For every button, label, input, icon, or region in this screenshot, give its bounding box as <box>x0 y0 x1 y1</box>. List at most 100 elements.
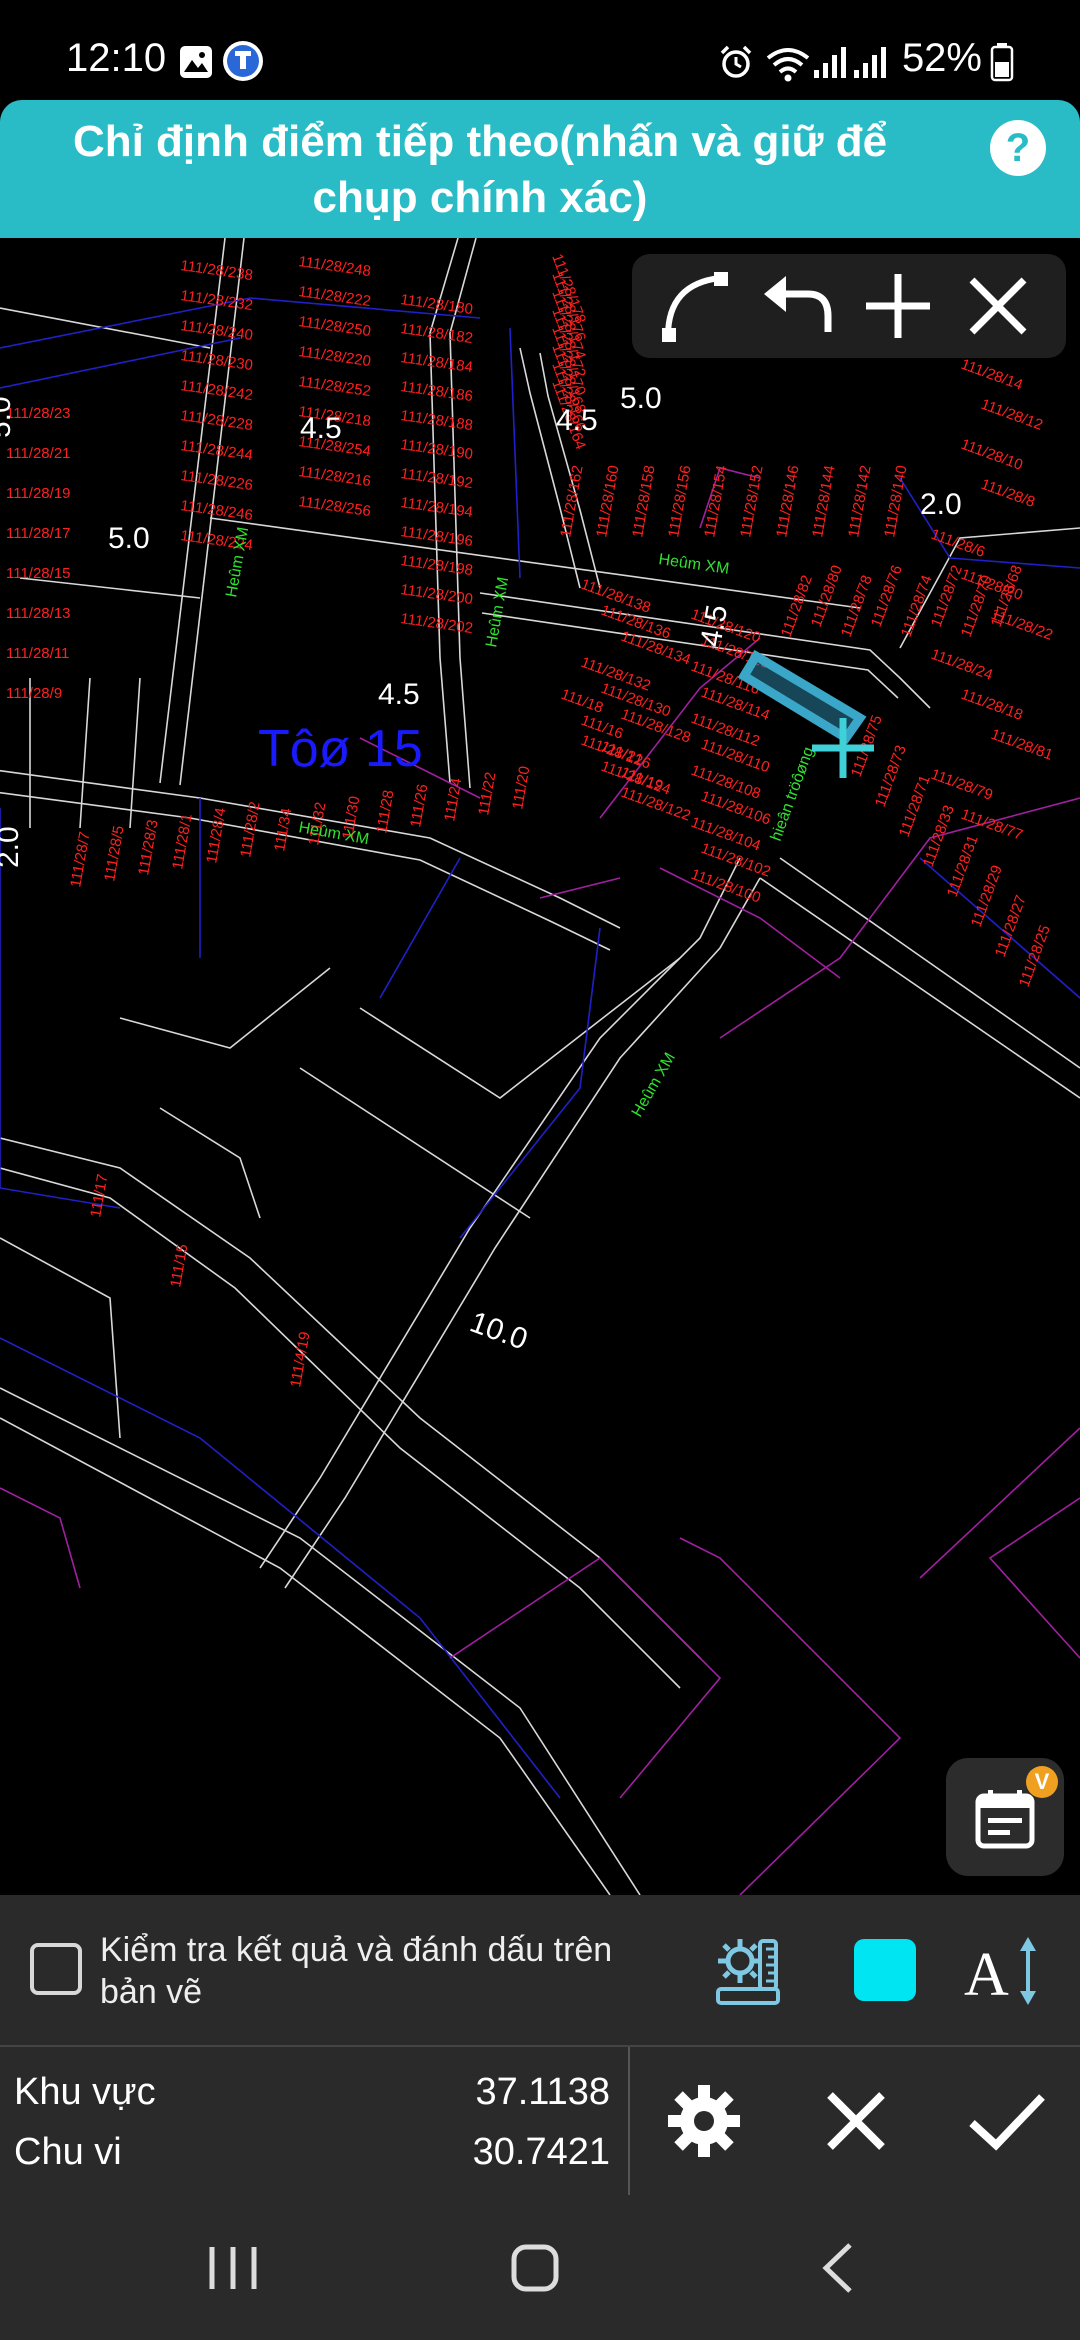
parcel-label: 111/28/190 <box>399 436 474 463</box>
confirm-check-icon[interactable] <box>964 2079 1048 2163</box>
parcel-label: 111/22 <box>475 771 499 817</box>
parcel-label: 111/28/13 <box>6 605 71 622</box>
parcel-label: 111/28 <box>373 789 397 835</box>
parcel-label: 111/28/146 <box>773 464 802 539</box>
help-button[interactable]: ? <box>990 120 1046 176</box>
mark-result-label: Kiểm tra kết quả và đánh dấu trên bản vẽ <box>100 1931 613 2011</box>
parcel-label: 111/28/162 <box>557 464 586 539</box>
parcel-label: 111/28/1 <box>169 812 195 870</box>
parcel-label: 111/28/142 <box>845 464 874 539</box>
parcel-label: 111/28/17 <box>6 525 71 542</box>
notification-badge: V <box>1026 1766 1058 1798</box>
back-icon[interactable] <box>804 2233 874 2303</box>
parcel-label: 111/28/184 <box>399 349 474 376</box>
settings-gear-icon[interactable] <box>662 2079 746 2163</box>
text-size-icon[interactable]: A <box>962 1931 1042 2011</box>
parcel-label: 111/28/21 <box>6 445 71 462</box>
parcel-label: 111/28/188 <box>399 407 474 434</box>
undo-icon[interactable] <box>756 264 840 348</box>
parcel-label: 111/28/202 <box>399 610 474 637</box>
app-icon <box>223 41 263 81</box>
floating-toolbar <box>632 254 1066 358</box>
parcel-label: 111/28/156 <box>665 464 694 539</box>
cad-drawing[interactable]: 111/28/238111/28/232111/28/240111/28/230… <box>0 238 1080 1895</box>
parcel-label: 111/18 <box>559 686 606 717</box>
navigation-bar <box>0 2195 1080 2340</box>
parcel-label: 111/28/7 <box>67 830 93 888</box>
recent-apps-icon[interactable] <box>198 2233 268 2303</box>
road-width-label: 4.5 <box>378 678 420 711</box>
parcel-label: 111/28/76 <box>868 563 906 629</box>
parcel-label: 111/28/82 <box>778 573 816 639</box>
parcel-label: 111/28/230 <box>179 347 254 374</box>
parcel-label: 111/28/256 <box>297 493 372 520</box>
road-width-label: 10.0 <box>466 1306 532 1357</box>
close-icon[interactable] <box>956 264 1040 348</box>
parcel-label: 111/28/10 <box>959 436 1025 474</box>
parcel-label: 111/28/12 <box>979 396 1045 434</box>
road-width-label: 5.0 <box>620 382 662 415</box>
parcel-label: 111/28/252 <box>297 373 372 400</box>
parcel-label: 111/28/140 <box>881 464 910 539</box>
alley-label: hieân tröôøng <box>768 745 818 844</box>
parcel-label: 111/28/31 <box>944 833 982 899</box>
battery-percent: 52% <box>901 36 982 80</box>
parcel-label: 111/28/250 <box>297 313 372 340</box>
parcel-label: 111/28/220 <box>297 343 372 370</box>
calendar-icon <box>975 1790 1035 1849</box>
area-value: 37.1138 <box>475 2071 610 2113</box>
block-label: Tôø 15 <box>258 720 423 778</box>
parcel-label: 111/28/15 <box>6 565 71 582</box>
parcel-label: 111/28/182 <box>399 320 474 347</box>
parcel-label: 111/28/226 <box>179 467 254 494</box>
options-row: Kiểm tra kết quả và đánh dấu trên bản vẽ… <box>0 1895 1080 2045</box>
parcel-label: 111/28/79 <box>929 766 995 804</box>
parcel-label: 111/28/72 <box>928 563 966 629</box>
parcel-label: 111/24 <box>441 777 465 823</box>
alarm-icon <box>720 45 752 78</box>
parcel-label: 111/28/248 <box>297 253 372 280</box>
parcel-label: 111/28/154 <box>701 464 730 539</box>
boundary-lines <box>0 297 1080 1799</box>
parcel-label: 111/28/9 <box>6 685 62 702</box>
parcel-label: 111/28/19 <box>6 485 71 502</box>
calendar-button[interactable]: V <box>946 1758 1064 1876</box>
parcel-label: 111/28/3 <box>135 818 161 876</box>
parcel-boundaries <box>0 467 1080 1895</box>
parcel-label: 111/28/24 <box>929 646 995 684</box>
drawing-canvas[interactable]: 111/28/238 111/28/232 111/28/240 111/28/230… <box>0 238 1080 1895</box>
road-width-label: 5.0 <box>108 522 150 555</box>
parcel-label: 111/28/71 <box>896 773 934 839</box>
street-lines <box>0 238 1080 1895</box>
parcel-label: 111/28/81 <box>989 726 1055 764</box>
parcel-label: 111/28/194 <box>399 494 474 521</box>
arc-icon[interactable] <box>656 264 740 348</box>
parcel-label: 111/28/5 <box>101 824 127 882</box>
parcel-label: 111/28/18 <box>959 686 1025 724</box>
alley-label: Heûm XM <box>629 1050 679 1120</box>
cancel-icon[interactable] <box>814 2079 898 2163</box>
signal-icon-2 <box>854 47 886 78</box>
parcel-label: 111/28/14 <box>959 356 1025 394</box>
instruction-text: Chỉ định điểm tiếp theo(nhấn và giữ để c… <box>72 117 888 222</box>
home-icon[interactable] <box>500 2233 570 2303</box>
parcel-labels: 111/28/238111/28/232111/28/240111/28/230… <box>6 252 1055 1389</box>
parcel-label: 111/28/216 <box>297 463 372 490</box>
color-picker-button[interactable] <box>854 1939 916 2001</box>
alley-label: Heûm XM <box>657 551 730 578</box>
parcel-label: 111/28/74 <box>898 573 936 639</box>
road-width-label: 2.0 <box>920 488 962 521</box>
parcel-label: 111/28/242 <box>179 377 254 404</box>
parcel-label: 111/28/238 <box>179 257 254 284</box>
parcel-label: 111/20 <box>509 765 533 811</box>
parcel-label: 111/28/4 <box>203 806 229 864</box>
measure-settings-icon[interactable] <box>710 1931 790 2011</box>
parcel-label: 111/28/244 <box>179 437 254 464</box>
add-icon[interactable] <box>856 264 940 348</box>
mark-result-checkbox[interactable] <box>30 1943 82 1995</box>
parcel-label: 111/28/29 <box>968 863 1006 929</box>
parcel-label: 111/28/160 <box>593 464 622 539</box>
parcel-label: 111/34 <box>271 807 295 853</box>
wifi-icon <box>766 48 810 82</box>
parcel-label: 111/28/33 <box>920 803 958 869</box>
